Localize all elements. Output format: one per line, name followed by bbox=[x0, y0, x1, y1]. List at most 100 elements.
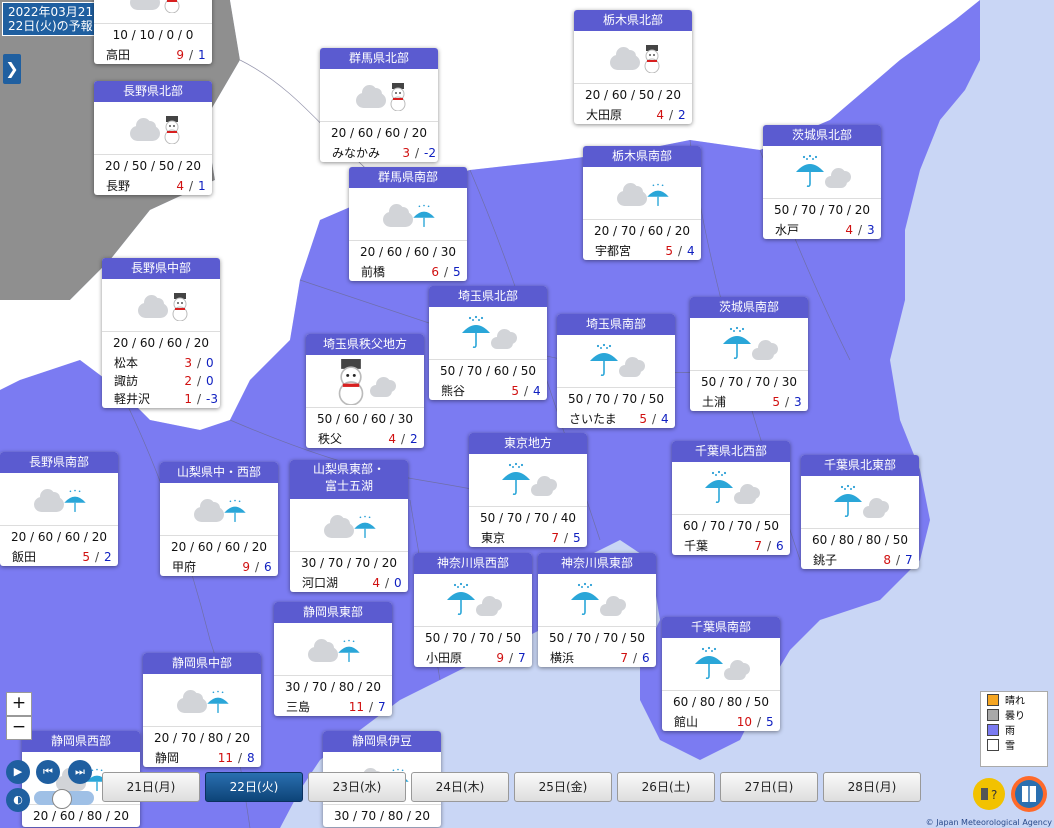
day-tab[interactable]: 24日(木) bbox=[411, 772, 509, 802]
opacity-slider[interactable] bbox=[34, 789, 94, 809]
city-name: 横浜 bbox=[550, 651, 575, 665]
min-temp: 7 bbox=[518, 651, 526, 665]
min-temp: 1 bbox=[198, 48, 206, 62]
city-row: 飯田 5 / 2 bbox=[0, 548, 118, 566]
region-card[interactable]: 静岡県東部 30 / 70 / 80 / 20 三島 11 / 7 bbox=[274, 602, 392, 716]
region-card[interactable]: 山梨県東部・ 富士五湖 30 / 70 / 70 / 20 河口湖 4 / 0 bbox=[290, 460, 408, 592]
precip-probabilities: 50 / 70 / 70 / 50 bbox=[424, 631, 522, 645]
rain-cloud-icon bbox=[763, 146, 881, 199]
region-title: 群馬県北部 bbox=[320, 48, 438, 69]
slider-knob[interactable] bbox=[52, 789, 72, 809]
side-panel-toggle[interactable]: ❯ bbox=[3, 54, 21, 84]
region-card[interactable]: 千葉県北東部 60 / 80 / 80 / 50 銚子 8 / 7 bbox=[801, 455, 919, 569]
day-tab[interactable]: 22日(火) bbox=[205, 772, 303, 802]
min-temp: 2 bbox=[678, 108, 686, 122]
region-card[interactable]: 埼玉県南部 50 / 70 / 70 / 50 さいたま 5 / 4 bbox=[557, 314, 675, 428]
region-card[interactable]: 茨城県南部 50 / 70 / 70 / 30 土浦 5 / 3 bbox=[690, 297, 808, 411]
max-temp: 7 bbox=[620, 651, 628, 665]
region-card[interactable]: 長野県中部 20 / 60 / 60 / 20 松本 3 / 0 諏訪 2 / 0 軽井沢 1 / -3 bbox=[102, 258, 220, 408]
region-card[interactable]: 千葉県南部 60 / 80 / 80 / 50 館山 10 / 5 bbox=[662, 617, 780, 731]
min-temp: 0 bbox=[394, 576, 402, 590]
legend-swatch bbox=[987, 693, 999, 706]
temp-separator: / bbox=[400, 432, 406, 446]
cloud-rain-icon bbox=[274, 623, 392, 676]
precip-probabilities: 50 / 70 / 70 / 50 bbox=[548, 631, 646, 645]
legend-swatch bbox=[987, 738, 999, 751]
region-card[interactable]: 群馬県北部 20 / 60 / 60 / 20 みなかみ 3 / -2 bbox=[320, 48, 438, 162]
city-name: 宇都宮 bbox=[595, 244, 632, 258]
region-card[interactable]: 神奈川県西部 50 / 70 / 70 / 50 小田原 9 / 7 bbox=[414, 553, 532, 667]
city-name: 銚子 bbox=[813, 553, 838, 567]
city-name: 諏訪 bbox=[114, 374, 139, 388]
temp-separator: / bbox=[632, 651, 638, 665]
region-card[interactable]: 栃木県北部 20 / 60 / 50 / 20 大田原 4 / 2 bbox=[574, 10, 692, 124]
max-temp: 1 bbox=[184, 392, 192, 406]
max-temp: 4 bbox=[388, 432, 396, 446]
precip-probabilities: 10 / 10 / 0 / 0 bbox=[112, 28, 194, 42]
day-tab[interactable]: 28日(月) bbox=[823, 772, 921, 802]
max-temp: 8 bbox=[883, 553, 891, 567]
region-card[interactable]: 埼玉県北部 50 / 70 / 60 / 50 熊谷 5 / 4 bbox=[429, 286, 547, 400]
cloud-rain-icon bbox=[583, 167, 701, 220]
city-row: 静岡 11 / 8 bbox=[143, 749, 261, 767]
play-icon[interactable]: ▶ bbox=[6, 760, 30, 784]
cloud-snow-icon bbox=[574, 31, 692, 84]
temp-separator: / bbox=[196, 374, 202, 388]
region-card[interactable]: 10 / 10 / 0 / 0 高田 9 / 1 bbox=[94, 0, 212, 64]
city-row: 銚子 8 / 7 bbox=[801, 551, 919, 569]
region-card[interactable]: 茨城県北部 50 / 70 / 70 / 20 水戸 4 / 3 bbox=[763, 125, 881, 239]
region-card[interactable]: 神奈川県東部 50 / 70 / 70 / 50 横浜 7 / 6 bbox=[538, 553, 656, 667]
precip-probabilities: 20 / 60 / 60 / 20 bbox=[330, 126, 428, 140]
cloud-snow-icon bbox=[320, 69, 438, 122]
day-tab[interactable]: 27日(日) bbox=[720, 772, 818, 802]
skip-forward-icon[interactable]: ⏭ bbox=[68, 760, 92, 784]
max-temp: 7 bbox=[551, 531, 559, 545]
region-card[interactable]: 埼玉県秩父地方 50 / 60 / 60 / 30 秩父 4 / 2 bbox=[306, 334, 424, 448]
region-title: 静岡県伊豆 bbox=[323, 731, 441, 752]
help-icon[interactable]: ? bbox=[973, 778, 1005, 810]
skip-back-icon[interactable]: ⏮ bbox=[36, 760, 60, 784]
city-name: 館山 bbox=[674, 715, 699, 729]
city-name: 軽井沢 bbox=[114, 392, 151, 406]
max-temp: 4 bbox=[845, 223, 853, 237]
info-book-icon[interactable] bbox=[1010, 775, 1047, 812]
rain-cloud-icon bbox=[690, 318, 808, 371]
city-row: 小田原 9 / 7 bbox=[414, 649, 532, 667]
region-card[interactable]: 山梨県中・西部 20 / 60 / 60 / 20 甲府 9 / 6 bbox=[160, 462, 278, 576]
temp-separator: / bbox=[895, 553, 901, 567]
region-card[interactable]: 千葉県北西部 60 / 70 / 70 / 50 千葉 7 / 6 bbox=[672, 441, 790, 555]
day-tab[interactable]: 21日(月) bbox=[102, 772, 200, 802]
day-tab[interactable]: 23日(水) bbox=[308, 772, 406, 802]
legend-swatch bbox=[987, 723, 999, 736]
min-temp: 5 bbox=[573, 531, 581, 545]
city-name: みなかみ bbox=[332, 146, 381, 160]
rain-cloud-icon bbox=[469, 454, 587, 507]
zoom-in-button[interactable]: + bbox=[6, 692, 32, 716]
zoom-out-button[interactable]: − bbox=[6, 716, 32, 740]
min-temp: 8 bbox=[247, 751, 255, 765]
city-row: 熊谷 5 / 4 bbox=[429, 382, 547, 400]
precip-probabilities: 20 / 60 / 60 / 20 bbox=[10, 530, 108, 544]
min-temp: 3 bbox=[867, 223, 875, 237]
city-name: 長野 bbox=[106, 179, 131, 193]
opacity-icon[interactable]: ◐ bbox=[6, 788, 30, 812]
region-card[interactable]: 長野県北部 20 / 50 / 50 / 20 長野 4 / 1 bbox=[94, 81, 212, 195]
day-tab[interactable]: 25日(金) bbox=[514, 772, 612, 802]
city-row: 甲府 9 / 6 bbox=[160, 558, 278, 576]
city-name: 土浦 bbox=[702, 395, 727, 409]
region-card[interactable]: 長野県南部 20 / 60 / 60 / 20 飯田 5 / 2 bbox=[0, 452, 118, 566]
precip-probabilities: 50 / 60 / 60 / 30 bbox=[316, 412, 414, 426]
region-card[interactable]: 群馬県南部 20 / 60 / 60 / 30 前橋 6 / 5 bbox=[349, 167, 467, 281]
max-temp: 5 bbox=[82, 550, 90, 564]
region-title: 千葉県北東部 bbox=[801, 455, 919, 476]
precip-probabilities: 30 / 70 / 80 / 20 bbox=[333, 809, 431, 823]
region-card[interactable]: 東京地方 50 / 70 / 70 / 40 東京 7 / 5 bbox=[469, 433, 587, 547]
city-name: 飯田 bbox=[12, 550, 37, 564]
region-card[interactable]: 栃木県南部 20 / 70 / 60 / 20 宇都宮 5 / 4 bbox=[583, 146, 701, 260]
day-tab[interactable]: 26日(土) bbox=[617, 772, 715, 802]
precip-probabilities: 50 / 70 / 70 / 40 bbox=[479, 511, 577, 525]
region-title: 群馬県南部 bbox=[349, 167, 467, 188]
region-title: 千葉県北西部 bbox=[672, 441, 790, 462]
region-card[interactable]: 静岡県中部 20 / 70 / 80 / 20 静岡 11 / 8 bbox=[143, 653, 261, 767]
temp-separator: / bbox=[766, 539, 772, 553]
